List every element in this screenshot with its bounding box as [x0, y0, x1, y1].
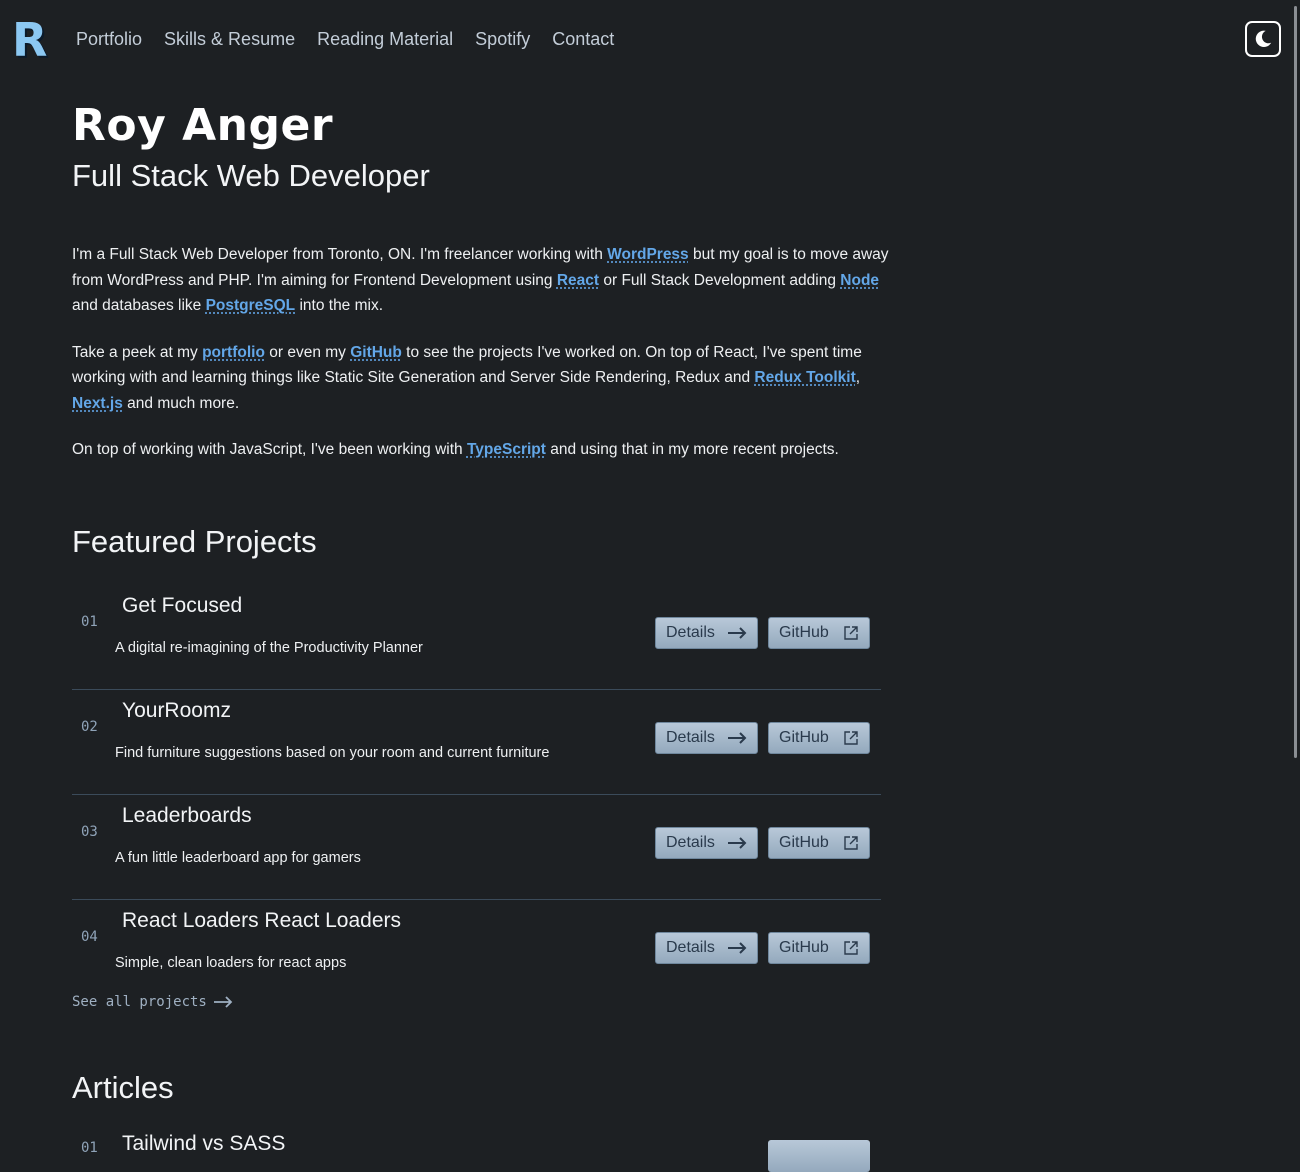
hero-title: Full Stack Web Developer: [72, 158, 430, 193]
arrow-right-icon: [728, 732, 747, 744]
about-section: I'm a Full Stack Web Developer from Toro…: [72, 242, 892, 484]
github-label: GitHub: [779, 729, 829, 746]
navbar: R R Portfolio Skills & Resume Reading Ma…: [0, 0, 1300, 80]
external-link-icon: [844, 941, 858, 955]
article-title[interactable]: Tailwind vs SASS: [122, 1132, 285, 1156]
project-github-button[interactable]: GitHub: [768, 827, 870, 859]
external-link-icon: [844, 731, 858, 745]
article-number: 01: [81, 1140, 98, 1156]
details-label: Details: [666, 939, 715, 956]
project-details-button[interactable]: Details: [655, 932, 758, 964]
page-scrollbar[interactable]: [1294, 6, 1297, 758]
external-link-icon: [844, 626, 858, 640]
svg-text:R: R: [12, 18, 47, 62]
project-details-button[interactable]: Details: [655, 617, 758, 649]
link-postgresql[interactable]: PostgreSQL: [206, 297, 296, 314]
project-description: A digital re-imagining of the Productivi…: [115, 640, 423, 656]
text: On top of working with JavaScript, I've …: [72, 441, 467, 458]
nav-link-portfolio[interactable]: Portfolio: [76, 28, 142, 50]
article-read-button[interactable]: [768, 1140, 870, 1172]
link-node[interactable]: Node: [840, 272, 879, 289]
github-label: GitHub: [779, 834, 829, 851]
see-all-label: See all projects: [72, 994, 207, 1010]
project-description: A fun little leaderboard app for gamers: [115, 850, 361, 866]
link-portfolio[interactable]: portfolio: [202, 344, 265, 361]
nav-link-spotify[interactable]: Spotify: [475, 28, 530, 50]
link-typescript[interactable]: TypeScript: [467, 441, 546, 458]
text: and using that in my more recent project…: [545, 441, 839, 458]
project-title[interactable]: Leaderboards: [122, 804, 252, 828]
project-item: 02 YourRoomz Find furniture suggestions …: [72, 689, 881, 795]
link-wordpress[interactable]: WordPress: [607, 246, 689, 263]
link-nextjs[interactable]: Next.js: [72, 395, 123, 412]
project-number: 03: [81, 824, 98, 840]
articles-heading: Articles: [72, 1070, 174, 1105]
nav-link-skills-resume[interactable]: Skills & Resume: [164, 28, 295, 50]
project-github-button[interactable]: GitHub: [768, 722, 870, 754]
project-details-button[interactable]: Details: [655, 827, 758, 859]
nav-link-reading-material[interactable]: Reading Material: [317, 28, 453, 50]
moon-icon: [1255, 30, 1272, 47]
text: ,: [855, 369, 861, 386]
project-number: 02: [81, 719, 98, 735]
featured-projects-heading: Featured Projects: [72, 524, 317, 559]
arrow-right-icon: [728, 627, 747, 639]
hero-name: Roy Anger: [72, 100, 334, 151]
about-paragraph-2: Take a peek at my portfolio or even my G…: [72, 340, 892, 417]
text: and databases like: [72, 297, 206, 314]
main-nav: Portfolio Skills & Resume Reading Materi…: [76, 28, 636, 50]
project-description: Find furniture suggestions based on your…: [115, 745, 550, 761]
link-github[interactable]: GitHub: [350, 344, 402, 361]
arrow-right-icon: [213, 996, 233, 1008]
project-number: 04: [81, 929, 98, 945]
text: Take a peek at my: [72, 343, 203, 361]
project-item: 03 Leaderboards A fun little leaderboard…: [72, 794, 881, 900]
github-label: GitHub: [779, 939, 829, 956]
logo-r-icon: R R: [12, 18, 49, 62]
github-label: GitHub: [779, 624, 829, 641]
arrow-right-icon: [728, 942, 747, 954]
link-redux-toolkit[interactable]: Redux Toolkit: [754, 369, 855, 386]
nav-link-contact[interactable]: Contact: [552, 28, 614, 50]
project-number: 01: [81, 614, 98, 630]
text: and much more.: [122, 394, 240, 412]
project-github-button[interactable]: GitHub: [768, 932, 870, 964]
theme-toggle-button[interactable]: [1245, 21, 1281, 57]
link-react[interactable]: React: [557, 272, 599, 289]
text: I'm a Full Stack Web Developer from Toro…: [72, 246, 608, 263]
project-item: 04 React Loaders React Loaders Simple, c…: [72, 899, 881, 1004]
project-item: 01 Get Focused A digital re-imagining of…: [72, 584, 881, 690]
about-paragraph-1: I'm a Full Stack Web Developer from Toro…: [72, 242, 892, 319]
article-item: 01 Tailwind vs SASS: [72, 1130, 881, 1172]
see-all-projects-link[interactable]: See all projects: [72, 994, 233, 1010]
text: or Full Stack Development adding: [599, 271, 841, 289]
details-label: Details: [666, 834, 715, 851]
project-details-button[interactable]: Details: [655, 722, 758, 754]
project-title[interactable]: React Loaders React Loaders: [122, 909, 401, 933]
project-description: Simple, clean loaders for react apps: [115, 955, 347, 971]
project-github-button[interactable]: GitHub: [768, 617, 870, 649]
project-title[interactable]: YourRoomz: [122, 699, 231, 723]
details-label: Details: [666, 624, 715, 641]
logo-home-link[interactable]: R R: [12, 18, 52, 62]
project-title[interactable]: Get Focused: [122, 594, 242, 618]
text: or even my: [264, 343, 351, 361]
about-paragraph-3: On top of working with JavaScript, I've …: [72, 437, 892, 463]
details-label: Details: [666, 729, 715, 746]
text: into the mix.: [295, 297, 384, 314]
arrow-right-icon: [728, 837, 747, 849]
external-link-icon: [844, 836, 858, 850]
